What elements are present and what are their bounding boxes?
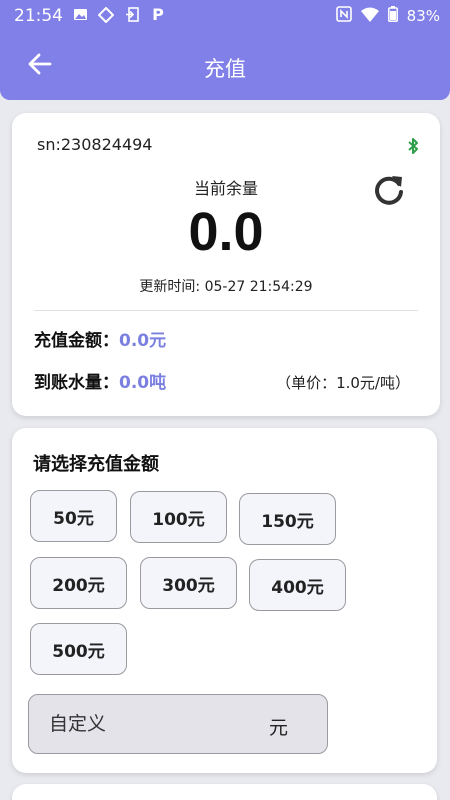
unit-price: （单价：1.0元/吨） bbox=[276, 374, 410, 392]
page-title: 充值 bbox=[204, 57, 246, 81]
status-bar: 21:54 P 83% bbox=[0, 0, 450, 34]
wifi-icon bbox=[360, 7, 379, 26]
balance-value: 0.0 bbox=[188, 202, 264, 262]
recharge-amount-value: 0.0元 bbox=[119, 331, 167, 351]
divider bbox=[34, 310, 418, 311]
device-info-card: sn:230824494 当前余量 0.0 更新时间: 05-27 21:54:… bbox=[12, 113, 440, 416]
bluetooth-icon bbox=[406, 137, 420, 155]
amount-option-500[interactable]: 500元 bbox=[30, 623, 127, 675]
app-header: 21:54 P 83% 充值 bbox=[0, 0, 450, 100]
next-card bbox=[12, 784, 437, 800]
water-amount-label: 到账水量： bbox=[34, 373, 119, 393]
battery-percent: 83% bbox=[406, 7, 440, 25]
recharge-amount-label: 充值金额： bbox=[34, 331, 119, 351]
image-icon bbox=[72, 7, 88, 23]
custom-amount-unit: 元 bbox=[269, 717, 289, 739]
water-amount-value: 0.0吨 bbox=[119, 373, 167, 393]
amount-selection-card: 请选择充值金额 50元 100元 150元 200元 300元 400元 500… bbox=[12, 428, 437, 773]
custom-amount-box: 元 bbox=[28, 694, 328, 754]
update-time: 更新时间: 05-27 21:54:29 bbox=[139, 279, 313, 295]
amount-option-200[interactable]: 200元 bbox=[30, 557, 127, 609]
status-right: 83% bbox=[335, 6, 440, 26]
nfc-icon bbox=[335, 6, 352, 26]
amount-selection-title: 请选择充值金额 bbox=[33, 454, 159, 475]
sync-icon bbox=[97, 6, 115, 24]
water-amount-row: 到账水量：0.0吨 bbox=[34, 368, 166, 393]
amount-option-100[interactable]: 100元 bbox=[130, 491, 227, 543]
amount-option-300[interactable]: 300元 bbox=[140, 557, 237, 609]
notification-icons: P bbox=[72, 5, 166, 24]
parking-icon: P bbox=[152, 5, 164, 24]
custom-amount-input[interactable] bbox=[49, 709, 249, 739]
amount-option-400[interactable]: 400元 bbox=[249, 559, 346, 611]
battery-icon bbox=[387, 6, 398, 26]
exit-icon bbox=[124, 7, 140, 23]
amount-option-150[interactable]: 150元 bbox=[239, 493, 336, 545]
recharge-amount-row: 充值金额：0.0元 bbox=[34, 326, 166, 351]
amount-option-50[interactable]: 50元 bbox=[30, 490, 117, 542]
serial-number: sn:230824494 bbox=[37, 135, 153, 154]
status-time: 21:54 bbox=[14, 6, 63, 26]
